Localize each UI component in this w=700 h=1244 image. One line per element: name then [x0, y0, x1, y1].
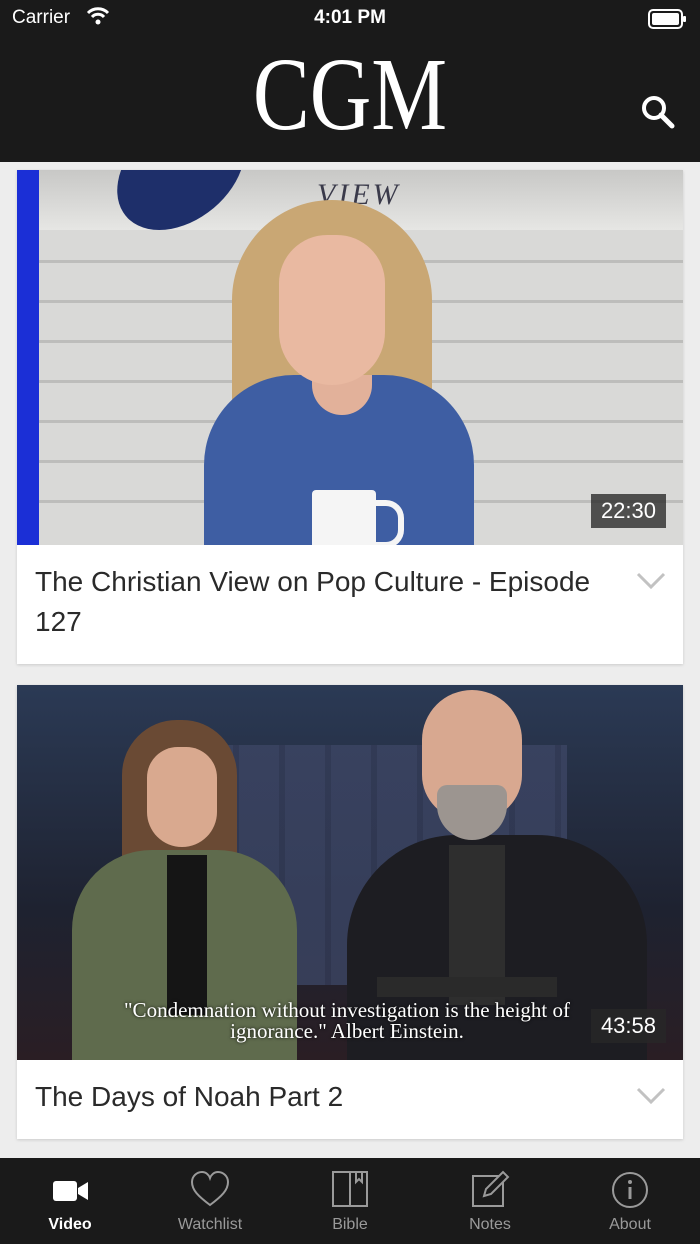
- tab-label: About: [609, 1216, 651, 1233]
- book-icon: [332, 1171, 368, 1207]
- video-duration: 22:30: [590, 494, 666, 528]
- video-duration: 43:58: [590, 1009, 666, 1043]
- chevron-down-icon[interactable]: [636, 1087, 666, 1110]
- search-button[interactable]: [638, 92, 678, 132]
- tab-label: Video: [48, 1216, 92, 1233]
- thumbnail-caption-line: ignorance." Albert Einstein.: [230, 1019, 464, 1043]
- battery-icon: [648, 9, 688, 34]
- chevron-down-icon[interactable]: [636, 572, 666, 595]
- status-bar: Carrier 4:01 PM: [0, 0, 700, 36]
- video-title[interactable]: The Christian View on Pop Culture - Epis…: [35, 562, 615, 642]
- app-logo: CGM: [252, 37, 448, 152]
- video-list[interactable]: VIEW 22:30 The Christian View on Pop Cul…: [0, 162, 700, 1158]
- info-icon: [612, 1172, 648, 1208]
- tab-about[interactable]: About: [560, 1158, 700, 1244]
- video-card[interactable]: VIEW 22:30 The Christian View on Pop Cul…: [17, 170, 683, 664]
- video-title[interactable]: The Days of Noah Part 2: [35, 1077, 615, 1117]
- heart-icon: [190, 1170, 230, 1207]
- tab-bible[interactable]: Bible: [280, 1158, 420, 1244]
- tab-bar: Video Watchlist Bible Notes About: [0, 1158, 700, 1244]
- tab-label: Bible: [332, 1216, 368, 1233]
- status-time: 4:01 PM: [314, 7, 386, 28]
- tab-label: Watchlist: [177, 1216, 243, 1233]
- search-icon: [642, 96, 675, 129]
- thumbnail-caption-line: "Condemnation without investigation is t…: [123, 998, 571, 1022]
- thumbnail-caption: "Condemnation without investigation is t…: [47, 1000, 647, 1042]
- video-camera-icon: [53, 1181, 88, 1201]
- video-thumbnail[interactable]: VIEW 22:30: [17, 170, 683, 545]
- note-pencil-icon: [472, 1170, 510, 1207]
- nav-bar: CGM: [0, 36, 700, 162]
- video-card[interactable]: "Condemnation without investigation is t…: [17, 685, 683, 1139]
- video-thumbnail[interactable]: "Condemnation without investigation is t…: [17, 685, 683, 1060]
- tab-notes[interactable]: Notes: [420, 1158, 560, 1244]
- tab-video[interactable]: Video: [0, 1158, 140, 1244]
- tab-label: Notes: [469, 1216, 511, 1233]
- tab-watchlist[interactable]: Watchlist: [140, 1158, 280, 1244]
